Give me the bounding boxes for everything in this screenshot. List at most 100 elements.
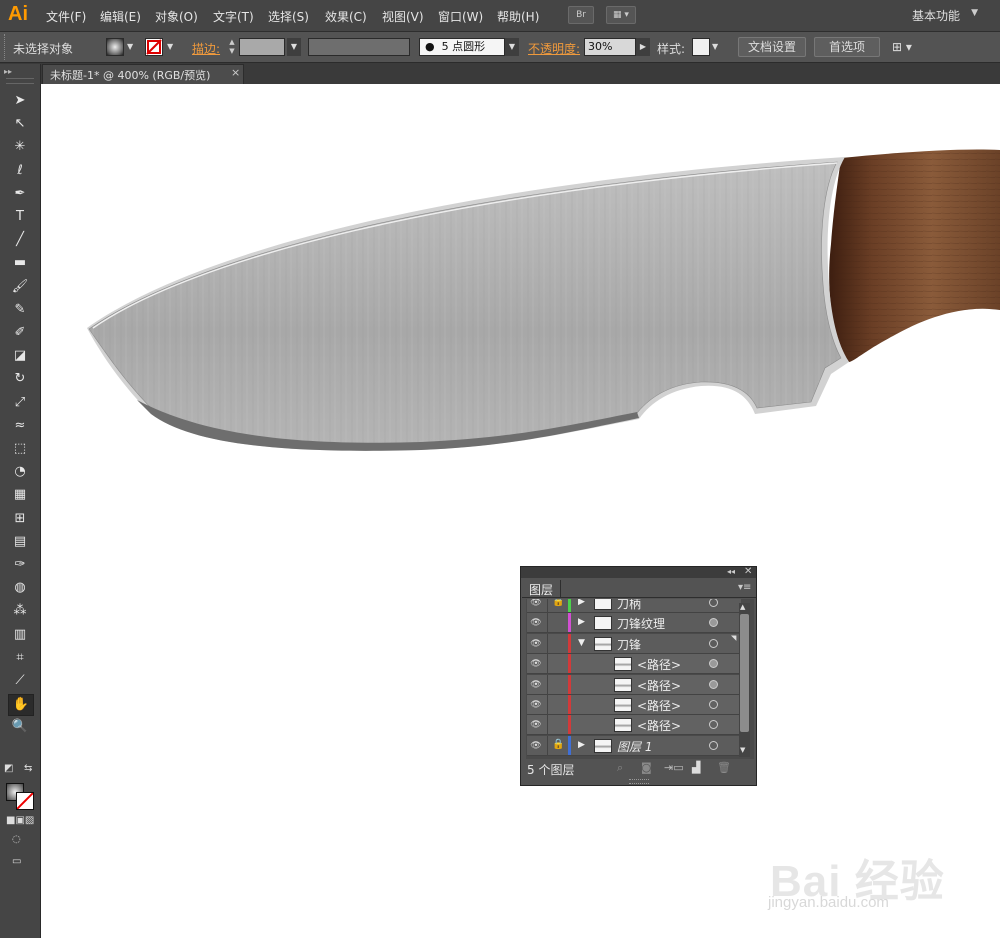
visibility-eye-icon[interactable]: 👁 (529, 700, 543, 710)
column-graph-tool-icon[interactable]: ▥ (8, 625, 32, 645)
layer-name[interactable]: <路径> (637, 677, 681, 694)
menu-help[interactable]: 帮助(H) (497, 8, 539, 25)
chevron-down-icon[interactable]: ▼ (712, 42, 718, 51)
layer-sublayer-row[interactable]: 👁 <路径> (527, 715, 741, 736)
direct-selection-tool-icon[interactable]: ↖ (8, 114, 32, 134)
scroll-down-icon[interactable]: ▼ (740, 746, 745, 754)
layer-row[interactable]: 👁 ▼ 刀锋 ◥ (527, 633, 741, 654)
bridge-button[interactable]: Br (568, 6, 594, 24)
opacity-field[interactable]: 30% (584, 38, 636, 56)
menu-effect[interactable]: 效果(C) (325, 8, 367, 25)
panel-menu-icon[interactable]: ▾≡ (738, 582, 751, 593)
rectangle-tool-icon[interactable]: ▬ (8, 253, 32, 273)
layers-panel-titlebar[interactable] (521, 567, 756, 578)
menu-window[interactable]: 窗口(W) (438, 8, 483, 25)
stroke-swatch[interactable] (145, 38, 163, 56)
menu-select[interactable]: 选择(S) (268, 8, 309, 25)
layer-name[interactable]: <路径> (637, 697, 681, 714)
trash-icon[interactable]: 🗑 (717, 761, 731, 774)
visibility-eye-icon[interactable]: 👁 (529, 659, 543, 669)
selection-tool-icon[interactable]: ➤ (8, 91, 32, 111)
target-circle-icon[interactable] (709, 599, 718, 607)
chevron-down-icon[interactable]: ▼ (127, 42, 133, 51)
target-circle-icon[interactable] (709, 659, 718, 669)
collapse-panel-icon[interactable]: ◂◂ (727, 567, 735, 576)
blob-brush-tool-icon[interactable]: ✐ (8, 323, 32, 343)
visibility-eye-icon[interactable]: 👁 (529, 599, 543, 608)
target-circle-icon[interactable] (709, 679, 718, 689)
target-circle-icon[interactable] (709, 700, 718, 709)
layer-name[interactable]: <路径> (637, 656, 681, 673)
visibility-eye-icon[interactable]: 👁 (529, 680, 543, 690)
layer-name[interactable]: 刀锋纹理 (617, 615, 665, 632)
default-fill-stroke-icon[interactable]: ◩ (4, 763, 13, 774)
opacity-label[interactable]: 不透明度: (528, 40, 580, 57)
pencil-tool-icon[interactable]: ✎ (8, 300, 32, 320)
pen-tool-icon[interactable]: ✒ (8, 184, 32, 204)
arrange-documents-button[interactable]: ▦ ▾ (606, 6, 636, 24)
visibility-eye-icon[interactable]: 👁 (529, 720, 543, 730)
hand-tool-icon[interactable]: ✋ (8, 694, 34, 717)
slice-tool-icon[interactable]: ⟋ (8, 671, 32, 691)
fill-swatch[interactable] (106, 38, 124, 56)
blend-tool-icon[interactable]: ◍ (8, 578, 32, 598)
workspace-switcher[interactable]: 基本功能 (912, 7, 960, 24)
artboard-canvas[interactable] (41, 84, 1000, 938)
target-circle-icon[interactable] (709, 638, 718, 648)
locate-object-icon[interactable]: ⌕ (617, 761, 623, 775)
chevron-right-icon[interactable]: ▶ (636, 38, 650, 56)
target-circle-icon[interactable] (709, 618, 718, 628)
scale-tool-icon[interactable]: ⤢ (8, 393, 32, 413)
layer-row[interactable]: 👁 ▶ 刀锋纹理 (527, 613, 741, 634)
brush-definition-field[interactable]: ● 5 点圆形 (419, 38, 505, 56)
magic-wand-tool-icon[interactable]: ✳ (8, 137, 32, 157)
panel-resize-grip[interactable] (629, 779, 649, 784)
toolbar-grip[interactable] (6, 78, 34, 84)
swap-fill-stroke-icon[interactable]: ⇆ (24, 763, 32, 774)
menu-view[interactable]: 视图(V) (382, 8, 424, 25)
type-tool-icon[interactable]: T (8, 207, 32, 227)
gradient-tool-icon[interactable]: ▤ (8, 532, 32, 552)
line-tool-icon[interactable]: ╱ (8, 230, 32, 250)
grip-icon[interactable] (4, 34, 8, 60)
make-clipping-mask-icon[interactable]: ◙ (641, 761, 652, 774)
visibility-eye-icon[interactable]: 👁 (529, 618, 543, 628)
new-layer-icon[interactable]: ▟ (692, 761, 700, 774)
artboard-tool-icon[interactable]: ⌗ (8, 648, 32, 668)
close-icon[interactable]: ✕ (744, 566, 752, 577)
eraser-tool-icon[interactable]: ◪ (8, 346, 32, 366)
color-mode-icon[interactable]: ■▣▨ (6, 815, 34, 826)
document-setup-button[interactable]: 文档设置 (738, 37, 806, 57)
stroke-weight-field[interactable] (239, 38, 285, 56)
document-tab-title[interactable]: 未标题-1* @ 400% (RGB/预览) (50, 67, 210, 83)
layers-scroll-thumb[interactable] (740, 614, 749, 732)
target-circle-icon[interactable] (709, 740, 718, 750)
layer-name[interactable]: 图层 1 (617, 738, 652, 755)
collapse-arrow-icon[interactable]: ▼ (578, 638, 585, 648)
menu-object[interactable]: 对象(O) (155, 8, 198, 25)
lock-icon[interactable]: 🔒 (552, 739, 564, 750)
menu-type[interactable]: 文字(T) (213, 8, 254, 25)
tab-layers-label[interactable]: 图层 (529, 581, 553, 598)
rotate-tool-icon[interactable]: ↻ (8, 369, 32, 389)
menu-edit[interactable]: 编辑(E) (100, 8, 141, 25)
fill-stroke-swatch[interactable] (6, 783, 34, 810)
screen-mode-icon[interactable]: ▭ (12, 856, 21, 867)
close-icon[interactable]: × (231, 66, 240, 79)
stroke-label[interactable]: 描边: (192, 40, 220, 57)
expand-arrow-icon[interactable]: ▶ (578, 617, 585, 627)
lasso-tool-icon[interactable]: ℓ (8, 161, 32, 181)
chevron-down-icon[interactable]: ▼ (167, 42, 173, 51)
eyedropper-tool-icon[interactable]: ✑ (8, 555, 32, 575)
new-sublayer-icon[interactable]: ⇥▭ (664, 761, 684, 774)
chevron-down-icon[interactable]: ▼ (971, 8, 978, 18)
draw-mode-icon[interactable]: ◌ (12, 834, 21, 845)
graphic-style-swatch[interactable] (692, 38, 710, 56)
warp-tool-icon[interactable]: ≈ (8, 416, 32, 436)
chevron-down-icon[interactable]: ▼ (505, 38, 519, 56)
variable-width-profile[interactable] (308, 38, 410, 56)
target-circle-icon[interactable] (709, 720, 718, 730)
menu-file[interactable]: 文件(F) (46, 8, 86, 25)
paintbrush-tool-icon[interactable]: 🖌 (8, 277, 32, 297)
layer-sublayer-row[interactable]: 👁 <路径> (527, 695, 741, 715)
